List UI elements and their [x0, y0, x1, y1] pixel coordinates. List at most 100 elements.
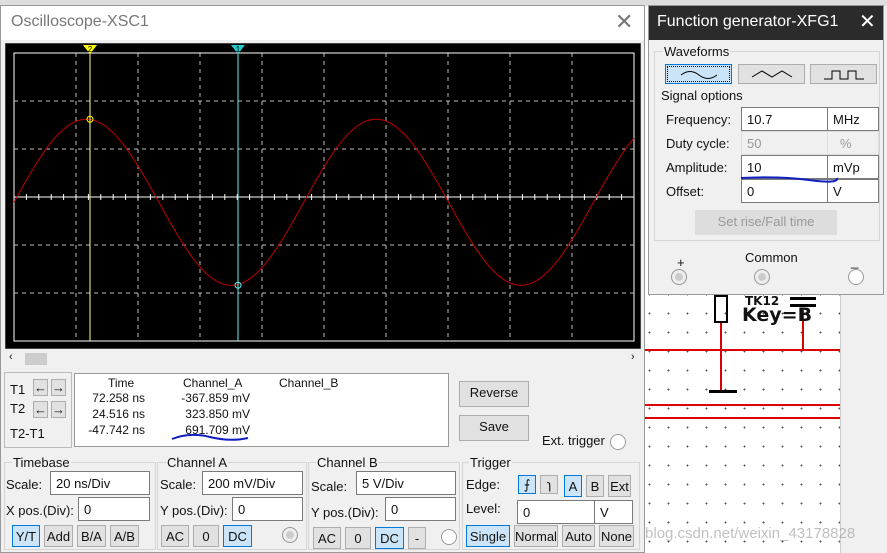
trigger-mode-auto-button[interactable]: Auto — [562, 525, 595, 547]
ground-symbol — [709, 390, 737, 393]
edge-label: Edge: — [466, 477, 500, 492]
set-rise-fall-time-button: Set rise/Fall time — [695, 210, 837, 235]
channel-b-title: Channel B — [316, 455, 379, 470]
sine-wave-button[interactable] — [665, 64, 732, 84]
wire — [640, 404, 840, 406]
readout-table: Time Channel_A Channel_B 72.258 ns -367.859 … — [74, 373, 449, 447]
window-title: Oscilloscope-XSC1 — [11, 13, 149, 30]
channel-b-ac-button[interactable]: AC — [313, 527, 341, 549]
mode-add-button[interactable]: Add — [44, 525, 73, 547]
ext-trigger-terminal[interactable] — [610, 434, 626, 450]
wire — [720, 323, 722, 391]
channel-a-dc-button[interactable]: DC — [223, 525, 252, 547]
wire — [640, 349, 840, 351]
channel-b-scale-label: Scale: — [311, 479, 348, 494]
sine-wave-icon — [680, 71, 717, 79]
trigger-mode-single-button[interactable]: Single — [466, 525, 510, 547]
channel-a-ypos-label: Y pos.(Div): — [160, 503, 228, 518]
square-wave-button[interactable] — [810, 64, 877, 84]
function-generator-window: Function generator-XFG1 ✕ Waveforms Sign… — [648, 5, 884, 295]
channel-a-scale-input[interactable]: 200 mV/Div — [202, 471, 303, 495]
frequency-label: Frequency: — [666, 112, 732, 127]
readout-cell: 323.850 mV — [185, 407, 250, 421]
waveforms-title: Waveforms — [663, 44, 731, 59]
mode-ba-button[interactable]: B/A — [77, 525, 106, 547]
cursor-controls: T1 T2 T2-T1 ← → ← → — [4, 372, 72, 448]
x-position-label: X pos.(Div): — [6, 503, 74, 518]
title-bar: Function generator-XFG1 ✕ — [649, 6, 883, 40]
t1-label: T1 — [10, 382, 26, 397]
duty-cycle-unit: % — [827, 131, 879, 155]
plus-terminal-label: + — [677, 255, 685, 270]
save-button[interactable]: Save — [459, 415, 529, 441]
x-position-input[interactable]: 0 — [78, 497, 150, 521]
cursor-1-label: 1 — [236, 45, 241, 54]
timebase-scale-input[interactable]: 20 ns/Div — [50, 471, 150, 495]
oscilloscope-window: Oscilloscope-XSC1 ✕ 21 ‹ › T1 T2 T2-T1 ←… — [0, 5, 645, 553]
channel-a-terminal[interactable] — [282, 527, 298, 543]
t2-label: T2 — [10, 401, 26, 416]
scroll-left-icon[interactable]: ‹ — [9, 351, 13, 363]
scroll-right-icon[interactable]: › — [631, 351, 635, 363]
plus-terminal[interactable] — [671, 269, 687, 285]
readout-header: Time — [108, 376, 135, 390]
ext-trigger-label: Ext. trigger — [542, 433, 605, 448]
wire — [640, 417, 840, 419]
trigger-source-a-button[interactable]: A — [564, 475, 582, 497]
amplitude-label: Amplitude: — [666, 160, 728, 175]
trigger-mode-normal-button[interactable]: Normal — [514, 525, 558, 547]
offset-label: Offset: — [666, 184, 705, 199]
horizontal-scrollbar[interactable]: ‹ › — [5, 351, 641, 367]
minus-terminal-label: _ — [851, 254, 859, 269]
channel-a-ac-button[interactable]: AC — [161, 525, 189, 547]
trigger-level-unit[interactable]: V — [594, 500, 633, 524]
common-terminal[interactable] — [754, 269, 770, 285]
close-icon[interactable]: ✕ — [615, 9, 633, 35]
t1-right-arrow-button[interactable]: → — [51, 379, 66, 396]
triangle-wave-button[interactable] — [738, 64, 805, 84]
scroll-thumb[interactable] — [25, 353, 47, 365]
minus-terminal[interactable] — [848, 269, 864, 285]
falling-edge-button[interactable]: ɿ — [540, 475, 558, 494]
t1-left-arrow-button[interactable]: ← — [33, 379, 48, 396]
channel-b-ypos-input[interactable]: 0 — [385, 497, 456, 521]
readout-header: Channel_A — [183, 376, 243, 390]
cursor-2-label: 2 — [88, 45, 93, 54]
level-label: Level: — [466, 501, 501, 516]
frequency-input[interactable]: 10.7 — [741, 107, 828, 131]
timebase-title: Timebase — [12, 455, 71, 470]
channel-a-scale-label: Scale: — [160, 477, 197, 492]
readout-cell: 24.516 ns — [92, 407, 145, 421]
trigger-level-input[interactable]: 0 — [517, 500, 595, 524]
trigger-source-ext-button[interactable]: Ext — [608, 475, 631, 497]
readout-header: Channel_B — [279, 376, 339, 390]
trigger-mode-none-button[interactable]: None — [599, 525, 634, 547]
readout-cell: -367.859 mV — [181, 391, 250, 405]
rising-edge-button[interactable]: ⨍ — [518, 475, 536, 494]
channel-b-dc-button[interactable]: DC — [375, 527, 404, 549]
trigger-title: Trigger — [469, 455, 512, 470]
scope-screen[interactable]: 21 — [5, 43, 641, 349]
t2-left-arrow-button[interactable]: ← — [33, 401, 48, 418]
channel-b-0-button[interactable]: 0 — [345, 527, 371, 549]
reverse-button[interactable]: Reverse — [459, 381, 529, 407]
readout-cell: 72.258 ns — [92, 391, 145, 405]
close-icon[interactable]: ✕ — [859, 9, 876, 34]
t2-t1-label: T2-T1 — [10, 426, 45, 441]
common-terminal-label: Common — [745, 250, 798, 265]
channel-a-0-button[interactable]: 0 — [193, 525, 219, 547]
mode-ab-button[interactable]: A/B — [110, 525, 139, 547]
channel-b-ypos-label: Y pos.(Div): — [311, 505, 379, 520]
mode-yt-button[interactable]: Y/T — [12, 525, 40, 547]
trigger-source-b-button[interactable]: B — [586, 475, 604, 497]
channel-b-scale-input[interactable]: 5 V/Div — [356, 471, 456, 495]
frequency-unit[interactable]: MHz — [827, 107, 879, 131]
duty-cycle-label: Duty cycle: — [666, 136, 730, 151]
channel-a-ypos-input[interactable]: 0 — [232, 497, 303, 521]
channel-b-minus-button[interactable]: - — [408, 527, 426, 549]
readout-cell: -47.742 ns — [88, 423, 145, 437]
duty-cycle-input: 50 — [741, 131, 828, 155]
window-title: Function generator-XFG1 — [657, 13, 839, 30]
channel-b-terminal[interactable] — [441, 529, 457, 545]
t2-right-arrow-button[interactable]: → — [51, 401, 66, 418]
